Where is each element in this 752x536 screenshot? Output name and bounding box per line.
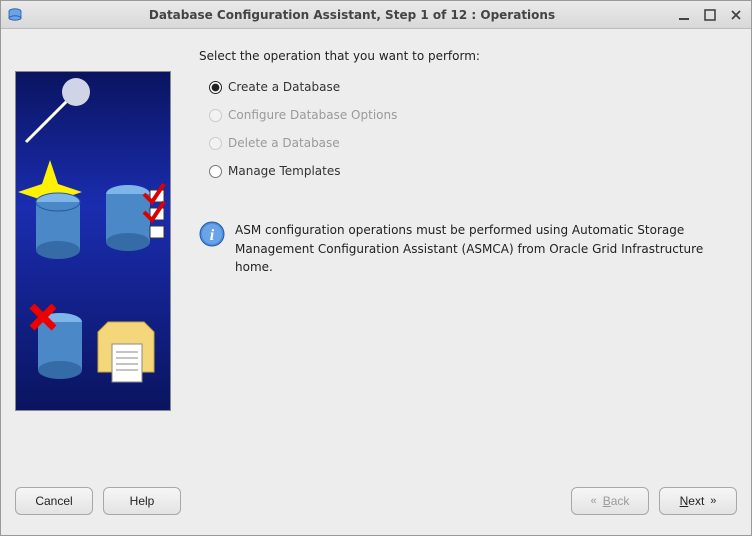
option-delete-database: Delete a Database	[209, 129, 737, 157]
next-label: Next	[680, 494, 705, 508]
info-icon: i	[199, 221, 225, 247]
radio-create[interactable]	[209, 81, 222, 94]
radio-delete-label: Delete a Database	[228, 136, 340, 150]
radio-configure-label: Configure Database Options	[228, 108, 397, 122]
window-title: Database Configuration Assistant, Step 1…	[29, 8, 675, 22]
cancel-button[interactable]: Cancel	[15, 487, 93, 515]
window-controls	[675, 7, 745, 23]
option-configure-database: Configure Database Options	[209, 101, 737, 129]
instruction-text: Select the operation that you want to pe…	[199, 49, 737, 63]
help-label: Help	[130, 494, 155, 508]
help-button[interactable]: Help	[103, 487, 181, 515]
radio-create-label[interactable]: Create a Database	[228, 80, 340, 94]
chevron-left-icon: «	[591, 496, 597, 507]
close-button[interactable]	[727, 7, 745, 23]
maximize-button[interactable]	[701, 7, 719, 23]
svg-text:i: i	[210, 227, 215, 244]
wizard-window: Database Configuration Assistant, Step 1…	[0, 0, 752, 536]
radio-templates-label[interactable]: Manage Templates	[228, 164, 341, 178]
radio-templates[interactable]	[209, 165, 222, 178]
info-message: i ASM configuration operations must be p…	[199, 221, 737, 277]
wizard-graphic	[15, 71, 171, 479]
app-icon	[7, 7, 23, 23]
minimize-button[interactable]	[675, 7, 693, 23]
next-button[interactable]: Next »	[659, 487, 737, 515]
main-panel: Select the operation that you want to pe…	[199, 43, 737, 479]
option-manage-templates[interactable]: Manage Templates	[209, 157, 737, 185]
operation-radio-group: Create a Database Configure Database Opt…	[209, 73, 737, 185]
back-label: Back	[603, 494, 630, 508]
back-button: « Back	[571, 487, 649, 515]
titlebar: Database Configuration Assistant, Step 1…	[1, 1, 751, 29]
radio-configure	[209, 109, 222, 122]
cancel-label: Cancel	[35, 494, 72, 508]
chevron-right-icon: »	[710, 496, 716, 507]
option-create-database[interactable]: Create a Database	[209, 73, 737, 101]
info-text: ASM configuration operations must be per…	[235, 221, 737, 277]
content-area: Select the operation that you want to pe…	[1, 29, 751, 479]
button-bar: Cancel Help « Back Next »	[1, 479, 751, 535]
radio-delete	[209, 137, 222, 150]
